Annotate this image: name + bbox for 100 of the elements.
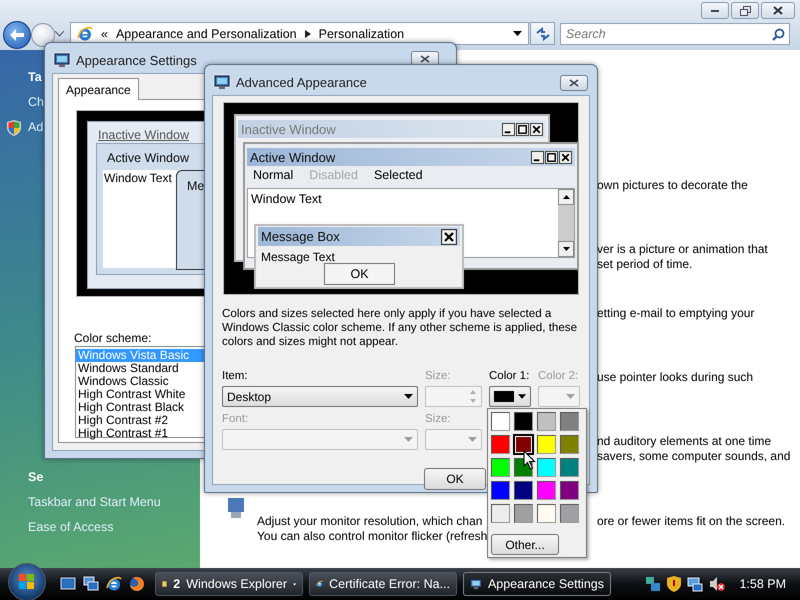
color-swatch[interactable] (537, 504, 556, 523)
switch-windows-icon[interactable] (83, 576, 99, 592)
preview-ok-button[interactable]: OK (324, 263, 395, 285)
browser-icon (106, 576, 122, 592)
tab[interactable]: Appearance (58, 78, 139, 100)
ok-button[interactable]: OK (424, 468, 486, 490)
description-text: use pointer looks during such (597, 370, 754, 384)
search-field[interactable]: Search (560, 23, 790, 45)
field-label: Font: (222, 413, 248, 425)
color-swatch[interactable] (537, 435, 556, 454)
minimize-button[interactable] (701, 2, 729, 19)
search-icon (772, 28, 785, 41)
globe-icon[interactable] (129, 576, 145, 592)
cursor-icon (523, 450, 536, 470)
color-swatch[interactable] (560, 458, 579, 477)
color-swatch[interactable] (514, 412, 533, 431)
task-label: Windows Explorer (186, 577, 287, 591)
preview-text: Message Text (261, 250, 335, 264)
field-label: Color 2: (538, 370, 578, 382)
start-button[interactable] (8, 563, 46, 600)
color-swatch[interactable] (537, 412, 556, 431)
close-icon (569, 79, 579, 87)
breadcrumb-arrow-icon[interactable] (304, 30, 311, 38)
refresh-icon (534, 26, 550, 40)
task-label: Certificate Error: Na... (329, 577, 450, 591)
breadcrumb-overflow[interactable]: « (101, 26, 108, 40)
taskbar-button[interactable]: Certificate Error: Na... (309, 572, 457, 596)
display-settings-icon (54, 52, 70, 68)
muted-speaker-icon[interactable] (709, 576, 726, 592)
description-text: Adjust your monitor resolution, which chan (257, 514, 484, 528)
color-swatch[interactable] (514, 504, 533, 523)
color-swatch[interactable] (560, 481, 579, 500)
sidebar-heading: Ta (28, 70, 42, 84)
description-text: ore or fewer items fit on the screen. (597, 514, 786, 528)
minimize-icon (531, 150, 544, 164)
description-text: own pictures to decorate the (597, 178, 748, 192)
color-swatch[interactable] (491, 458, 510, 477)
description-text: ver is a picture or animation that (597, 242, 768, 256)
preview-text: Window Text (251, 192, 322, 206)
preview-title: Inactive Window (241, 122, 336, 136)
window-title: Advanced Appearance (236, 74, 367, 90)
description-text: savers, some computer sounds, and (597, 449, 790, 463)
display-settings-icon (214, 74, 230, 90)
preview-title: Message Box (261, 229, 340, 244)
description-text: etting e-mail to emptying your (597, 306, 754, 320)
close-button[interactable] (560, 75, 588, 91)
dropdown-caret-icon (404, 437, 413, 442)
color-swatch[interactable] (560, 435, 579, 454)
sidebar-link[interactable]: Ch (28, 95, 44, 109)
field-label: Item: (222, 370, 248, 382)
preview-title: Inactive Window (98, 128, 190, 142)
color-picker-button[interactable] (489, 386, 531, 407)
scroll-up-icon (562, 195, 570, 199)
taskbar-button[interactable]: Appearance Settings (463, 572, 611, 596)
refresh-button[interactable] (530, 22, 555, 45)
maximize-icon (545, 150, 558, 164)
color-swatch[interactable] (560, 412, 579, 431)
field-label: Size: (425, 370, 451, 382)
restore-button[interactable] (731, 2, 759, 19)
close-button[interactable] (761, 2, 795, 19)
restore-icon (740, 6, 750, 16)
network-icon[interactable] (645, 576, 662, 592)
dropdown-caret-icon (468, 437, 477, 442)
windows-logo-icon (19, 574, 35, 590)
color-swatch[interactable] (491, 504, 510, 523)
preview-title: Active Window (107, 151, 189, 165)
shield-icon[interactable] (667, 576, 682, 592)
color-swatch[interactable] (537, 458, 556, 477)
close-icon (559, 150, 572, 164)
dropdown-caret-icon (404, 394, 413, 399)
preview-title: Active Window (250, 150, 336, 164)
field-label: Color scheme: (74, 331, 152, 345)
sidebar-heading: Se (28, 470, 44, 484)
breadcrumb[interactable]: Appearance and Personalization (116, 26, 297, 40)
field-label: Color 1: (489, 370, 530, 382)
minimize-icon (502, 122, 515, 136)
clock[interactable]: 1:58 PM (739, 577, 786, 591)
color-swatch[interactable] (491, 412, 510, 431)
color-swatch[interactable] (560, 504, 579, 523)
color-swatch[interactable] (537, 481, 556, 500)
description-text: You can also control monitor flicker (refresh (257, 529, 488, 543)
show-desktop-icon[interactable] (60, 576, 76, 592)
description-text: nd auditory elements at one time (597, 434, 772, 448)
item-dropdown[interactable]: Desktop (222, 386, 418, 407)
back-arrow-icon (10, 29, 24, 41)
sidebar-link[interactable]: Ad (28, 120, 44, 134)
taskbar-button[interactable]: 2 Windows Explorer (155, 572, 303, 596)
color-swatch[interactable] (514, 481, 533, 500)
description-text: set period of time. (597, 257, 694, 271)
computer-icon[interactable] (687, 576, 704, 592)
dropdown-caret-icon (566, 394, 575, 399)
color-swatch[interactable] (491, 435, 510, 454)
other-colors-button[interactable]: Other... (491, 534, 559, 555)
maximize-icon (516, 122, 529, 136)
dropdown-caret-icon[interactable] (513, 31, 522, 36)
color-swatch[interactable] (491, 481, 510, 500)
breadcrumb[interactable]: Personalization (318, 26, 404, 40)
preview-title: Me (187, 179, 204, 193)
minimize-icon (710, 8, 720, 12)
task-label: Appearance Settings (488, 577, 604, 591)
